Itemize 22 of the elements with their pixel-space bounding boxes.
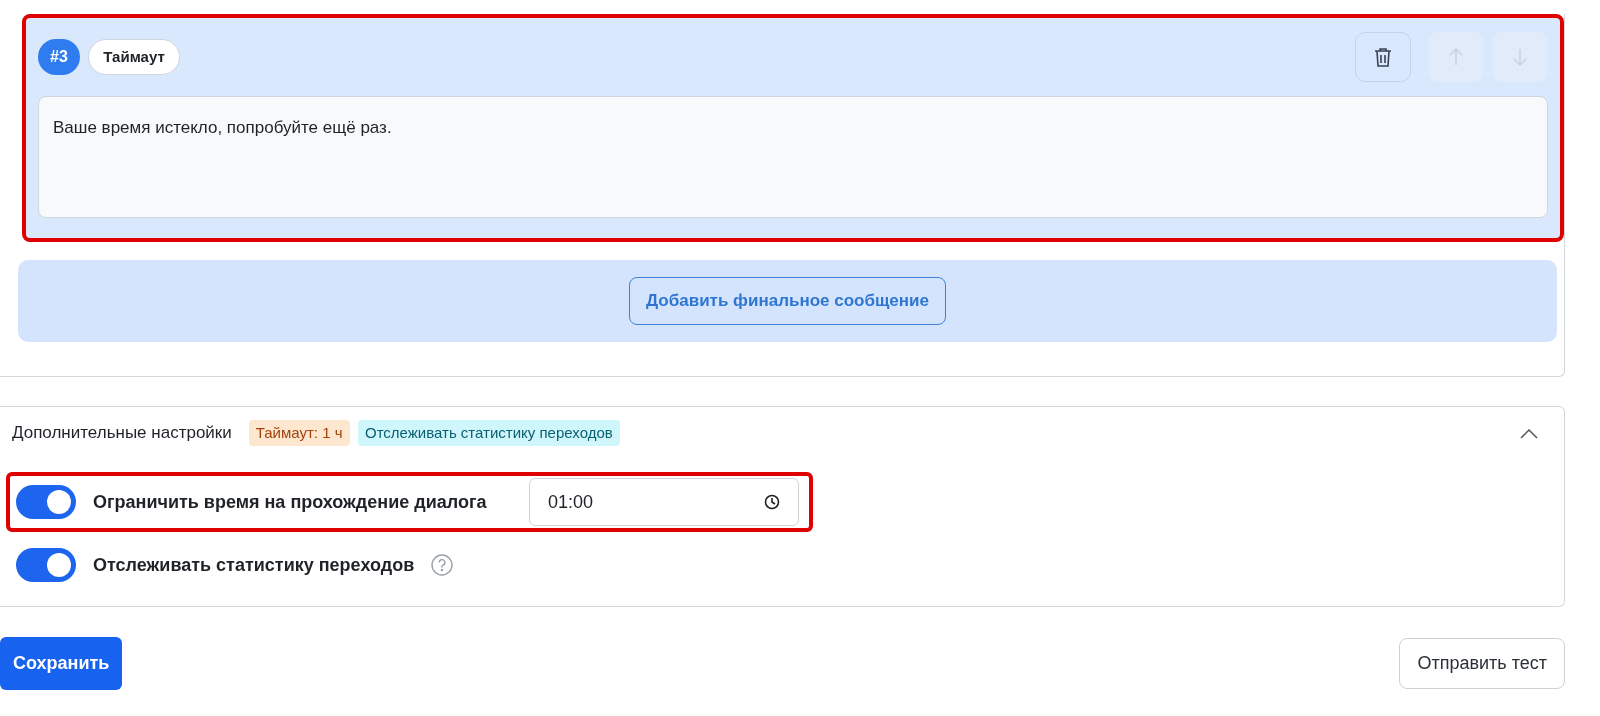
- tracking-tag: Отслеживать статистику переходов: [358, 419, 620, 446]
- add-final-message-button[interactable]: Добавить финальное сообщение: [629, 277, 946, 325]
- message-type-label: Таймаут: [88, 38, 180, 76]
- trash-icon: [1374, 47, 1392, 67]
- delete-button[interactable]: [1355, 32, 1411, 82]
- save-button[interactable]: Сохранить: [0, 637, 123, 690]
- toggle-switch[interactable]: [16, 548, 76, 582]
- message-text-field[interactable]: Ваше время истекло, попробуйте ещё раз.: [38, 96, 1548, 218]
- chevron-icon: [1519, 428, 1538, 439]
- clock-icon: [763, 494, 780, 510]
- time-field[interactable]: 01:00: [528, 478, 799, 526]
- help-icon[interactable]: [431, 554, 454, 576]
- toggle-switch[interactable]: [16, 485, 76, 519]
- option-label: Ограничить время на прохождение диалога: [93, 490, 487, 514]
- timeout-tag: Таймаут: 1 ч: [248, 419, 350, 446]
- settings-title: Дополнительные настройки: [12, 422, 232, 444]
- message-number: #3: [38, 39, 80, 75]
- down-arrow-icon: [1513, 48, 1527, 66]
- option-label: Отслеживать статистику переходов: [93, 553, 415, 577]
- time-value: 01:00: [547, 490, 593, 514]
- up-arrow-icon: [1448, 48, 1463, 66]
- send-test-button[interactable]: Отправить тест: [1399, 638, 1565, 689]
